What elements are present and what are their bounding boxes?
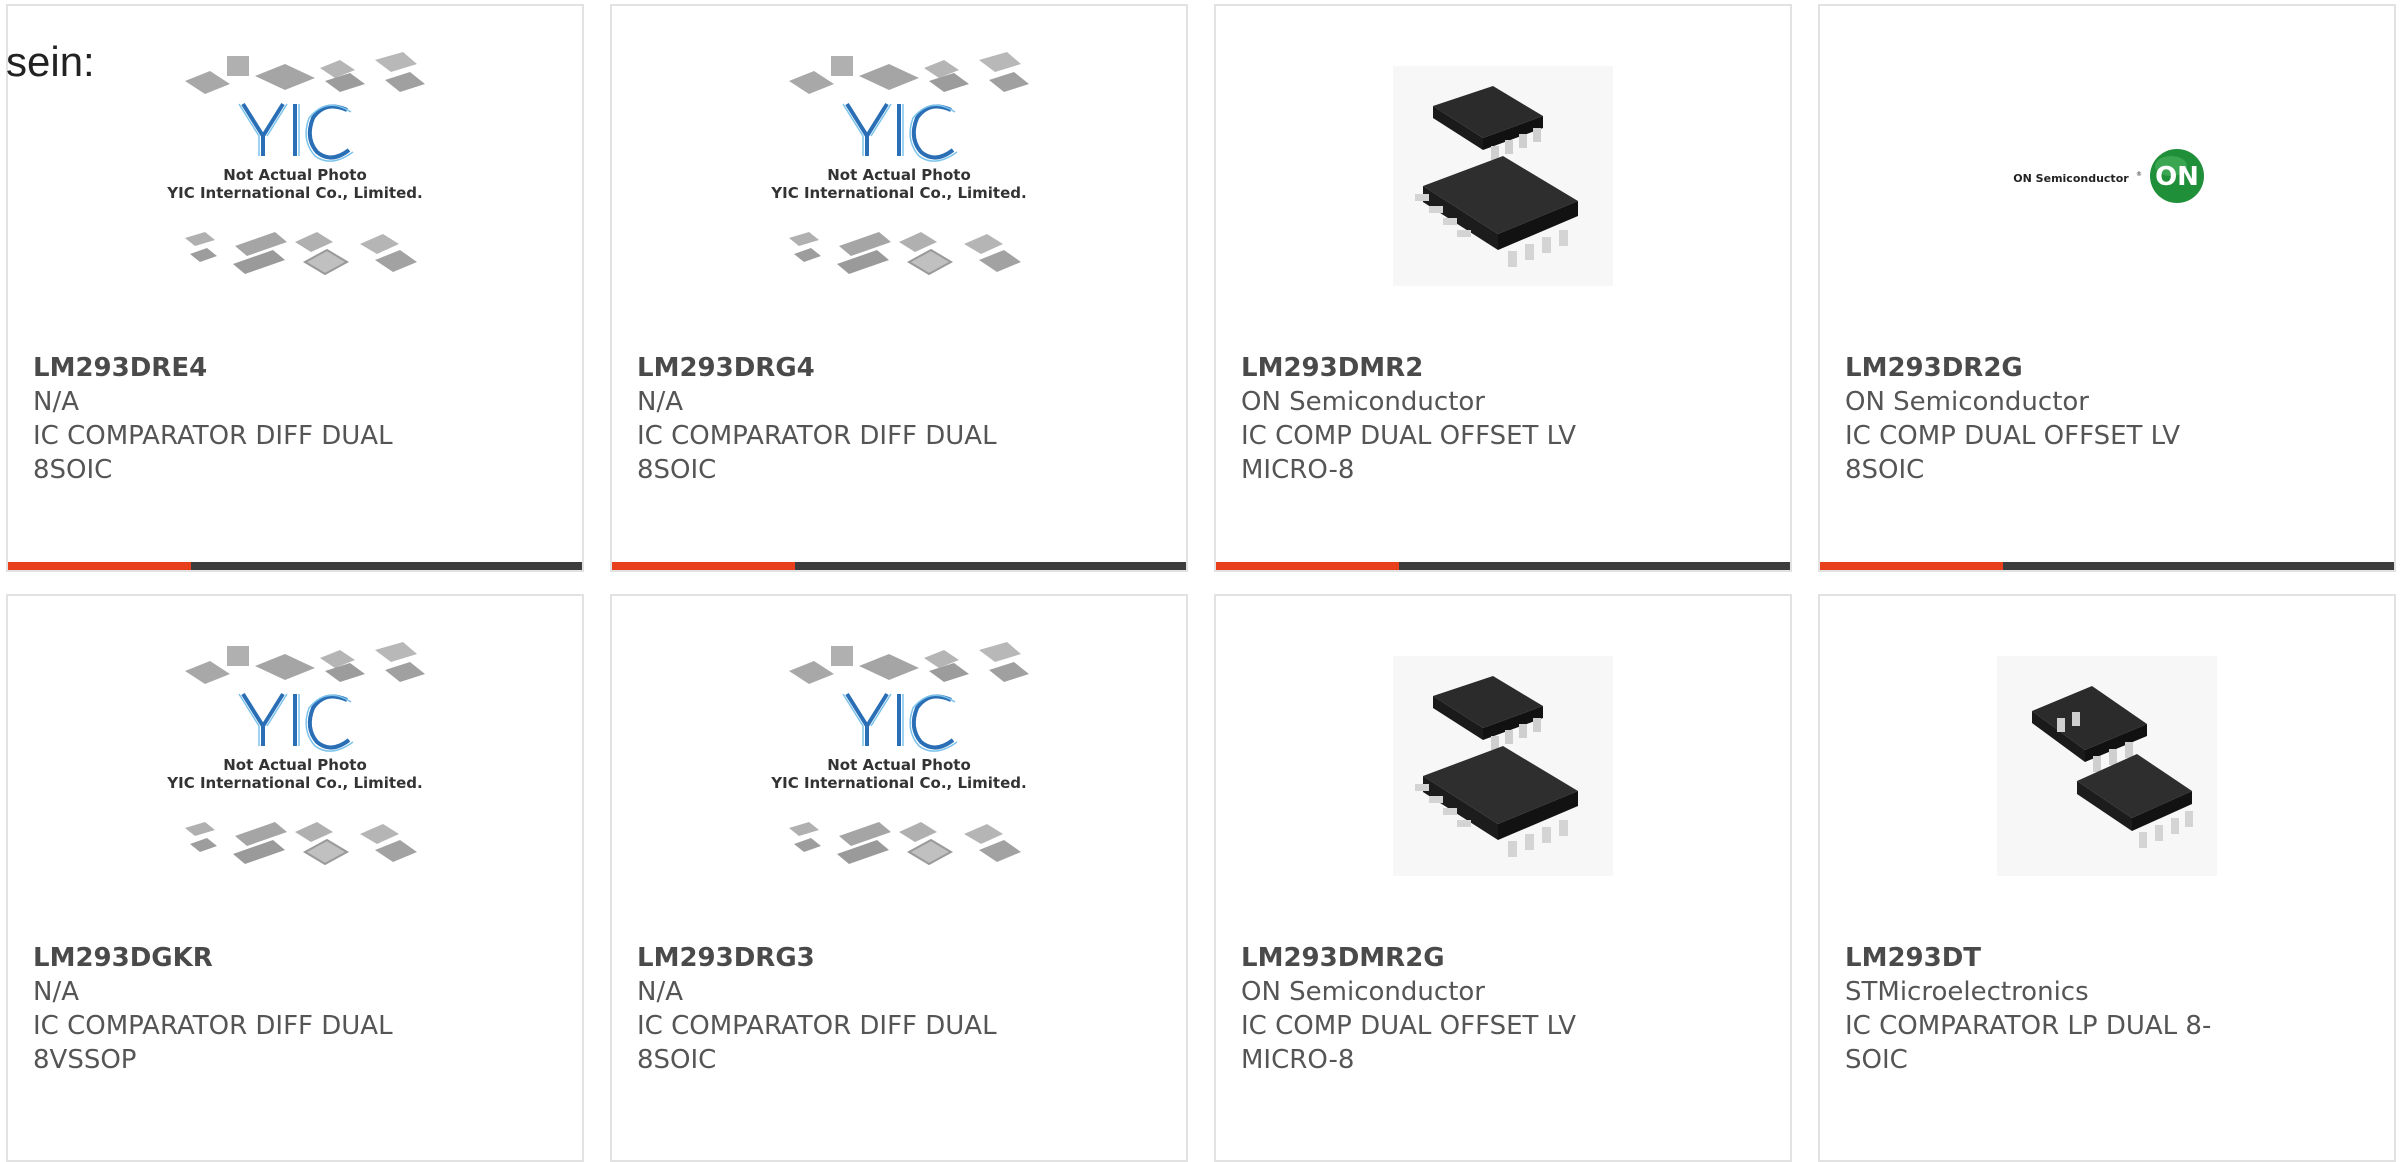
on-semiconductor-logo: ON Semiconductor ® ON xyxy=(2013,149,2204,203)
card-accent xyxy=(1216,562,1399,570)
description-line-2: 8SOIC xyxy=(637,1045,717,1075)
part-number[interactable]: LM293DMR2 xyxy=(1241,351,1661,385)
manufacturer: ON Semiconductor xyxy=(1845,387,2089,417)
product-card[interactable]: ON Semiconductor ® ON LM293DR2G ON Semic… xyxy=(1818,4,2396,572)
placeholder-caption-2: YIC International Co., Limited. xyxy=(166,184,422,202)
description-line-2: 8SOIC xyxy=(637,455,717,485)
manufacturer: ON Semiconductor xyxy=(1241,387,1485,417)
description-line-1: IC COMP DUAL OFFSET LV xyxy=(1241,421,1577,451)
part-number[interactable]: LM293DR2G xyxy=(1845,351,2265,385)
product-card[interactable]: LM293DT STMicroelectronics IC COMPARATOR… xyxy=(1818,594,2396,1162)
part-number[interactable]: LM293DRE4 xyxy=(33,351,453,385)
product-image[interactable]: Not Actual Photo YIC International Co., … xyxy=(8,596,582,936)
part-number[interactable]: LM293DGKR xyxy=(33,941,453,975)
placeholder-image: Not Actual Photo YIC International Co., … xyxy=(166,52,425,276)
description-line-2: SOIC xyxy=(1845,1045,1908,1075)
product-info: LM293DMR2 ON Semiconductor IC COMP DUAL … xyxy=(1241,351,1661,487)
card-accent xyxy=(8,562,191,570)
description-line-2: 8SOIC xyxy=(33,455,113,485)
placeholder-image: Not Actual Photo YIC International Co., … xyxy=(770,642,1029,866)
part-number[interactable]: LM293DRG4 xyxy=(637,351,1057,385)
description-line-2: MICRO-8 xyxy=(1241,1045,1355,1075)
product-card[interactable]: Not Actual Photo YIC International Co., … xyxy=(6,594,584,1162)
product-card[interactable]: Not Actual Photo YIC International Co., … xyxy=(6,4,584,572)
product-info: LM293DR2G ON Semiconductor IC COMP DUAL … xyxy=(1845,351,2265,487)
ic-chip-image xyxy=(1393,66,1613,286)
part-number[interactable]: LM293DT xyxy=(1845,941,2265,975)
card-accent xyxy=(1820,562,2003,570)
placeholder-caption-2: YIC International Co., Limited. xyxy=(166,774,422,792)
on-logo-badge-text: ON xyxy=(2155,162,2199,192)
part-number[interactable]: LM293DMR2G xyxy=(1241,941,1661,975)
product-card[interactable]: Not Actual Photo YIC International Co., … xyxy=(610,594,1188,1162)
placeholder-image: Not Actual Photo YIC International Co., … xyxy=(166,642,425,866)
placeholder-caption-1: Not Actual Photo xyxy=(223,756,367,774)
description-line-1: IC COMPARATOR DIFF DUAL xyxy=(33,1011,393,1041)
description-line-1: IC COMP DUAL OFFSET LV 8SOIC xyxy=(1845,421,2181,485)
product-image[interactable]: Not Actual Photo YIC International Co., … xyxy=(612,596,1186,936)
description-line-2: 8VSSOP xyxy=(33,1045,137,1075)
manufacturer: N/A xyxy=(637,387,683,417)
card-bottom-bar xyxy=(612,562,1186,570)
placeholder-caption-1: Not Actual Photo xyxy=(223,166,367,184)
product-image[interactable] xyxy=(1820,596,2394,936)
product-image[interactable] xyxy=(1216,6,1790,346)
product-info: LM293DMR2G ON Semiconductor IC COMP DUAL… xyxy=(1241,941,1661,1077)
description-line-1: IC COMP DUAL OFFSET LV xyxy=(1241,1011,1577,1041)
card-accent xyxy=(612,562,795,570)
card-bottom-bar xyxy=(1820,562,2394,570)
placeholder-caption-2: YIC International Co., Limited. xyxy=(770,774,1026,792)
manufacturer: ON Semiconductor xyxy=(1241,977,1485,1007)
manufacturer: N/A xyxy=(33,977,79,1007)
page-heading: sein: xyxy=(6,38,95,85)
product-image[interactable] xyxy=(1216,596,1790,936)
placeholder-caption-1: Not Actual Photo xyxy=(827,166,971,184)
description-line-1: IC COMPARATOR DIFF DUAL xyxy=(637,1011,997,1041)
product-card[interactable]: LM293DMR2G ON Semiconductor IC COMP DUAL… xyxy=(1214,594,1792,1162)
part-number[interactable]: LM293DRG3 xyxy=(637,941,1057,975)
ic-chip-image xyxy=(1393,656,1613,876)
product-image[interactable]: Not Actual Photo YIC International Co., … xyxy=(612,6,1186,346)
card-bottom-bar xyxy=(1216,562,1790,570)
product-info: LM293DRG4 N/A IC COMPARATOR DIFF DUAL 8S… xyxy=(637,351,1057,487)
product-info: LM293DRG3 N/A IC COMPARATOR DIFF DUAL 8S… xyxy=(637,941,1057,1077)
description-line-1: IC COMPARATOR DIFF DUAL xyxy=(637,421,997,451)
manufacturer: N/A xyxy=(33,387,79,417)
manufacturer: N/A xyxy=(637,977,683,1007)
description-line-1: IC COMPARATOR LP DUAL 8- xyxy=(1845,1011,2212,1041)
product-card[interactable]: LM293DMR2 ON Semiconductor IC COMP DUAL … xyxy=(1214,4,1792,572)
product-info: LM293DRE4 N/A IC COMPARATOR DIFF DUAL 8S… xyxy=(33,351,453,487)
placeholder-image: Not Actual Photo YIC International Co., … xyxy=(770,52,1029,276)
card-bottom-bar xyxy=(8,562,582,570)
ic-chip-image xyxy=(1997,656,2217,876)
brand-logo-text: ON Semiconductor xyxy=(2013,172,2129,185)
placeholder-caption-1: Not Actual Photo xyxy=(827,756,971,774)
placeholder-caption-2: YIC International Co., Limited. xyxy=(770,184,1026,202)
product-card[interactable]: Not Actual Photo YIC International Co., … xyxy=(610,4,1188,572)
product-image[interactable]: ON Semiconductor ® ON xyxy=(1820,6,2394,346)
description-line-2: MICRO-8 xyxy=(1241,455,1355,485)
manufacturer: STMicroelectronics xyxy=(1845,977,2089,1007)
product-info: LM293DT STMicroelectronics IC COMPARATOR… xyxy=(1845,941,2265,1077)
description-line-1: IC COMPARATOR DIFF DUAL xyxy=(33,421,393,451)
svg-text:®: ® xyxy=(2136,171,2142,178)
product-info: LM293DGKR N/A IC COMPARATOR DIFF DUAL 8V… xyxy=(33,941,453,1077)
